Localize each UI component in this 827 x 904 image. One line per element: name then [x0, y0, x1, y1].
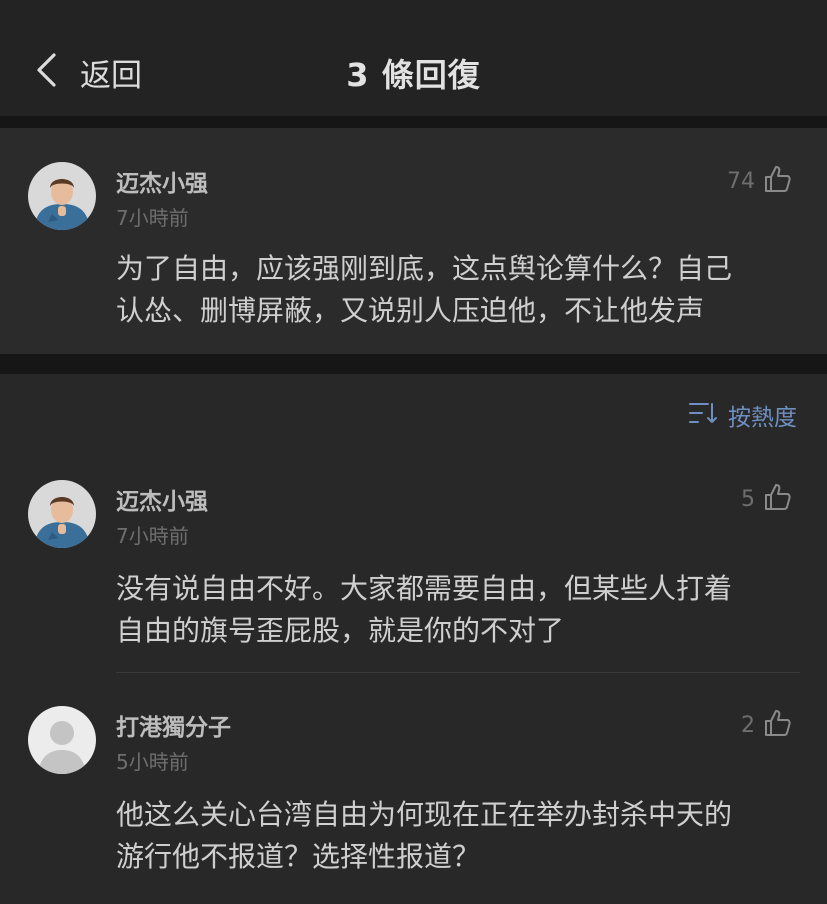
sort-button[interactable]: 按熱度 — [688, 398, 797, 432]
thumbs-up-icon — [763, 708, 793, 742]
comment-text-line: 没有说自由不好。大家都需要自由，但某些人打着 — [116, 572, 733, 605]
sort-label: 按熱度 — [728, 405, 797, 431]
top-bar: 返回 3 條回復 — [0, 0, 827, 116]
avatar[interactable] — [28, 480, 96, 548]
comment-text-line: 他这么关心台湾自由为何现在正在举办封杀中天的 — [116, 798, 733, 831]
comment-text-line: 游行他不报道？选择性报道？ — [116, 840, 481, 873]
comment-text: 他这么关心台湾自由为何现在正在举办封杀中天的 游行他不报道？选择性报道？ — [116, 794, 806, 878]
like-button[interactable]: 74 — [727, 164, 793, 198]
comment-text: 为了自由，应该强刚到底，这点舆论算什么？自己 认怂、删博屏蔽，又说别人压迫他，不… — [116, 248, 806, 332]
reply-list: 按熱度 迈杰小强 7小時前 5 没有说自由不好。大家都需要自由，但某些人打着 自… — [0, 374, 827, 904]
timestamp: 5小時前 — [116, 750, 189, 774]
page-title: 3 條回復 — [346, 56, 481, 94]
sort-icon — [688, 400, 728, 430]
like-button[interactable]: 5 — [741, 482, 793, 516]
like-count: 5 — [741, 486, 755, 512]
comment-text-line: 为了自由，应该强刚到底，这点舆论算什么？自己 — [116, 252, 733, 285]
avatar[interactable] — [28, 706, 96, 774]
like-count: 74 — [727, 168, 755, 194]
avatar[interactable] — [28, 162, 96, 230]
comment-text-line: 认怂、删博屏蔽，又说别人压迫他，不让他发声 — [116, 294, 705, 327]
like-button[interactable]: 2 — [741, 708, 793, 742]
comment-text-line: 自由的旗号歪屁股，就是你的不对了 — [116, 614, 565, 647]
separator — [0, 354, 827, 374]
comment-text: 没有说自由不好。大家都需要自由，但某些人打着 自由的旗号歪屁股，就是你的不对了 — [116, 568, 806, 652]
like-count: 2 — [741, 712, 755, 738]
thumbs-up-icon — [763, 164, 793, 198]
separator — [0, 116, 827, 128]
root-comment: 迈杰小强 7小時前 74 为了自由，应该强刚到底，这点舆论算什么？自己 认怂、删… — [0, 128, 827, 354]
username[interactable]: 迈杰小强 — [116, 164, 208, 198]
thumbs-up-icon — [763, 482, 793, 516]
timestamp: 7小時前 — [116, 524, 189, 548]
divider — [116, 672, 800, 673]
username[interactable]: 打港獨分子 — [116, 708, 231, 742]
username[interactable]: 迈杰小强 — [116, 482, 208, 516]
timestamp: 7小時前 — [116, 206, 189, 230]
